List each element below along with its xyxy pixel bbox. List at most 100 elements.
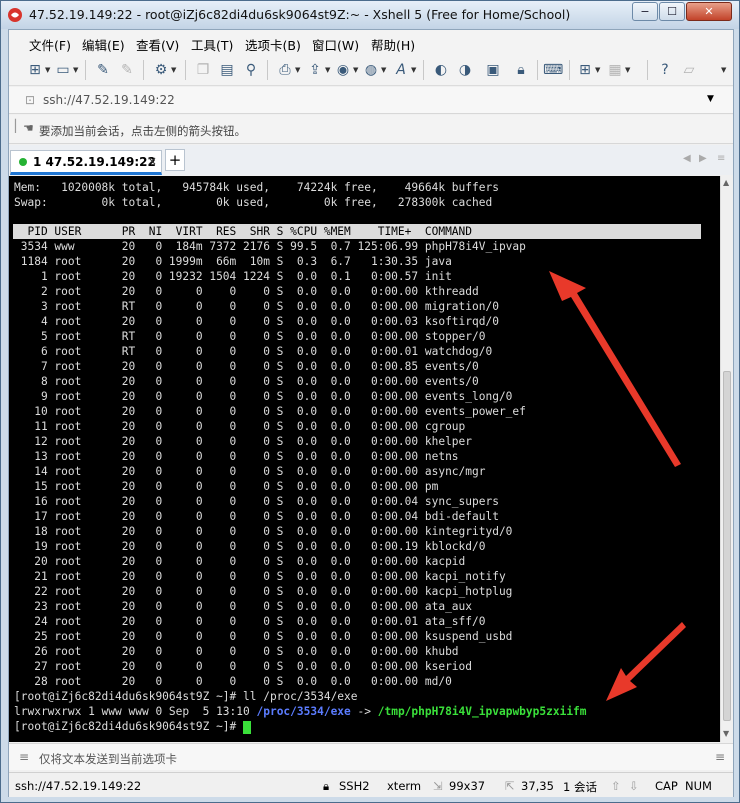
chat-icon[interactable]: ▱ <box>679 60 699 80</box>
process-row: 11 root 20 0 0 0 0 S 0.0 0.0 0:00.00 cgr… <box>14 420 466 433</box>
process-row: 7 root 20 0 0 0 0 S 0.0 0.0 0:00.85 even… <box>14 360 479 373</box>
process-row: 21 root 20 0 0 0 0 S 0.0 0.0 0:00.00 kac… <box>14 570 506 583</box>
find-icon[interactable]: ⚲ <box>241 60 261 80</box>
help-icon[interactable]: ? <box>655 60 675 80</box>
address-bar[interactable]: ⊡ ssh://47.52.19.149:22 ▼ <box>9 87 733 114</box>
print-icon[interactable]: ⎙ <box>275 60 295 80</box>
app-body: 文件(F) 编辑(E) 查看(V) 工具(T) 选项卡(B) 窗口(W) 帮助(… <box>8 29 734 797</box>
chevron-down-icon[interactable]: ▼ <box>625 66 630 74</box>
process-row: 9 root 20 0 0 0 0 S 0.0 0.0 0:00.00 even… <box>14 390 513 403</box>
layout-icon[interactable]: ▦ <box>605 60 625 80</box>
toolbar-overflow-icon[interactable]: ▼ <box>721 66 726 74</box>
process-row: 1184 root 20 0 1999m 66m 10m S 0.3 6.7 1… <box>14 255 452 268</box>
status-sessions: 1 会话 <box>563 780 597 794</box>
menu-help[interactable]: 帮助(H) <box>371 35 415 54</box>
tab-menu-icon[interactable]: ≡ <box>717 153 725 164</box>
tab-session-1[interactable]: 1 47.52.19.149:22 × <box>10 150 162 175</box>
menu-view[interactable]: 查看(V) <box>136 35 179 54</box>
chevron-down-icon[interactable]: ▼ <box>73 66 78 74</box>
status-cursor: 37,35 <box>521 779 554 793</box>
new-tab-button[interactable]: + <box>165 149 185 171</box>
new-session-icon[interactable]: ⊞ <box>25 60 45 80</box>
menu-tools[interactable]: 工具(T) <box>191 35 233 54</box>
process-row: 1 root 20 0 19232 1504 1224 S 0.0 0.1 0:… <box>14 270 452 283</box>
tab-close-icon[interactable]: × <box>147 154 157 168</box>
close-button[interactable]: ✕ <box>686 2 732 21</box>
connect-icon[interactable]: ✎ <box>93 60 113 80</box>
send-input[interactable]: 仅将文本发送到当前选项卡 <box>39 751 177 767</box>
process-row: 23 root 20 0 0 0 0 S 0.0 0.0 0:00.00 ata… <box>14 600 473 613</box>
ll-output-prefix: lrwxrwxrwx 1 www www 0 Sep 5 13:10 <box>14 705 257 718</box>
chevron-down-icon[interactable]: ▼ <box>295 66 300 74</box>
minimize-button[interactable]: − <box>632 2 658 21</box>
menu-file[interactable]: 文件(F) <box>29 35 71 54</box>
title-bar[interactable]: 47.52.19.149:22 - root@iZj6c82di4du6sk90… <box>1 1 739 29</box>
keyboard-icon[interactable]: ⌨ <box>543 60 563 80</box>
address-input[interactable]: ssh://47.52.19.149:22 <box>43 93 175 107</box>
menu-edit[interactable]: 编辑(E) <box>82 35 125 54</box>
xagent-icon[interactable]: ◑ <box>455 60 475 80</box>
process-row: 5 root RT 0 0 0 0 S 0.0 0.0 0:00.00 stop… <box>14 330 486 343</box>
process-row: 24 root 20 0 0 0 0 S 0.0 0.0 0:00.01 ata… <box>14 615 486 628</box>
send-menu-icon[interactable]: ≡ <box>19 750 29 764</box>
process-row: 14 root 20 0 0 0 0 S 0.0 0.0 0:00.00 asy… <box>14 465 486 478</box>
menu-tabs[interactable]: 选项卡(B) <box>245 35 301 54</box>
tab-next-icon[interactable]: ▶ <box>699 153 707 164</box>
color-scheme-icon[interactable]: ◉ <box>333 60 353 80</box>
scrollbar-thumb[interactable] <box>723 371 731 721</box>
chevron-down-icon[interactable]: ▼ <box>595 66 600 74</box>
terminal-scrollbar[interactable]: ▲ ▼ <box>720 176 733 742</box>
send-bar[interactable]: ≡ 仅将文本发送到当前选项卡 ≡ <box>9 743 733 770</box>
transfer-icon[interactable]: ⇪ <box>305 60 325 80</box>
tab-prev-icon[interactable]: ◀ <box>683 153 691 164</box>
process-row: 17 root 20 0 0 0 0 S 0.0 0.0 0:00.04 bdi… <box>14 510 499 523</box>
process-row: 26 root 20 0 0 0 0 S 0.0 0.0 0:00.00 khu… <box>14 645 459 658</box>
process-row: 3534 www 20 0 184m 7372 2176 S 99.5 0.7 … <box>14 240 526 253</box>
status-protocol: SSH2 <box>339 779 370 793</box>
scroll-down-icon[interactable]: ▼ <box>723 729 729 738</box>
properties-icon[interactable]: ⚙ <box>151 60 171 80</box>
process-row: 13 root 20 0 0 0 0 S 0.0 0.0 0:00.00 net… <box>14 450 459 463</box>
maximize-button[interactable]: ☐ <box>659 2 685 21</box>
add-icon[interactable]: ⊞ <box>575 60 595 80</box>
paste-icon[interactable]: ▤ <box>217 60 237 80</box>
globe-icon[interactable]: ◍ <box>361 60 381 80</box>
process-row: 25 root 20 0 0 0 0 S 0.0 0.0 0:00.00 ksu… <box>14 630 513 643</box>
window-title: 47.52.19.149:22 - root@iZj6c82di4du6sk90… <box>29 7 571 22</box>
disconnect-icon[interactable]: ✎ <box>117 60 137 80</box>
prompt-line[interactable]: [root@iZj6c82di4du6sk9064st9Z ~]# <box>14 719 252 734</box>
process-row: 27 root 20 0 0 0 0 S 0.0 0.0 0:00.00 kse… <box>14 660 473 673</box>
address-dropdown-icon[interactable]: ▼ <box>707 94 714 104</box>
process-row: 22 root 20 0 0 0 0 S 0.0 0.0 0:00.00 kac… <box>14 585 513 598</box>
font-icon[interactable]: A <box>391 60 411 80</box>
chevron-down-icon[interactable]: ▼ <box>171 66 176 74</box>
menu-bar: 文件(F) 编辑(E) 查看(V) 工具(T) 选项卡(B) 窗口(W) 帮助(… <box>9 30 733 54</box>
info-bar: ▏ ☚ 要添加当前会话，点击左侧的箭头按钮。 <box>9 115 733 144</box>
chevron-down-icon[interactable]: ▼ <box>353 66 358 74</box>
process-row: 4 root 20 0 0 0 0 S 0.0 0.0 0:00.03 ksof… <box>14 315 499 328</box>
xftp-icon[interactable]: ◐ <box>431 60 451 80</box>
terminal[interactable]: Mem: 1020008k total, 945784k used, 74224… <box>9 176 720 742</box>
toolbar-separator <box>185 60 186 80</box>
open-folder-icon[interactable]: ▭ <box>53 60 73 80</box>
symlink-target: /tmp/phpH78i4V_ipvapwbyp5zxiifm <box>377 705 587 718</box>
chevron-down-icon[interactable]: ▼ <box>325 66 330 74</box>
resize-icon: ⇲ <box>433 779 443 793</box>
symlink-arrow: -> <box>350 705 378 718</box>
process-row: 6 root RT 0 0 0 0 S 0.0 0.0 0:00.01 watc… <box>14 345 493 358</box>
chevron-down-icon[interactable]: ▼ <box>381 66 386 74</box>
terminal-line: Swap: 0k total, 0k used, 0k free, 278300… <box>14 196 493 209</box>
hand-pointer-icon: ☚ <box>23 121 34 135</box>
tunnel-icon[interactable]: ▣ <box>483 60 503 80</box>
process-row: 8 root 20 0 0 0 0 S 0.0 0.0 0:00.00 even… <box>14 375 479 388</box>
toolbar-separator <box>267 60 268 80</box>
copy-icon[interactable]: ❐ <box>193 60 213 80</box>
scroll-up-icon[interactable]: ▲ <box>723 178 729 187</box>
send-options-icon[interactable]: ≡ <box>715 750 725 764</box>
chevron-down-icon[interactable]: ▼ <box>411 66 416 74</box>
menu-window[interactable]: 窗口(W) <box>312 35 359 54</box>
lock-icon[interactable]: 🔒︎ <box>511 60 531 80</box>
chevron-down-icon[interactable]: ▼ <box>45 66 50 74</box>
process-row: 20 root 20 0 0 0 0 S 0.0 0.0 0:00.00 kac… <box>14 555 466 568</box>
terminal-cursor <box>243 720 252 734</box>
